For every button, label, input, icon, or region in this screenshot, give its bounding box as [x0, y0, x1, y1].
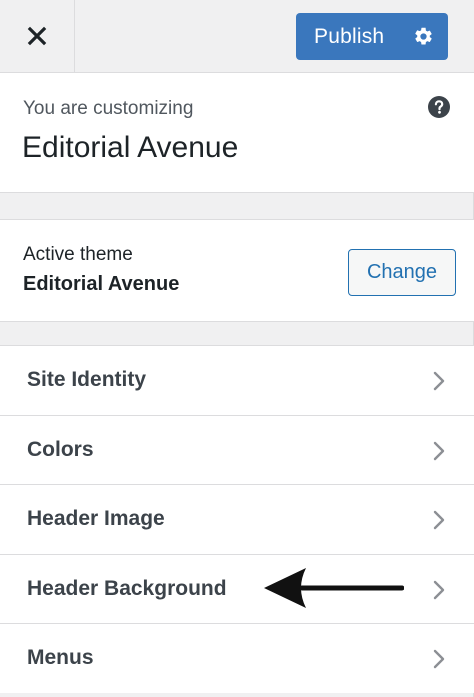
publish-button[interactable]: Publish	[296, 13, 448, 60]
customizer-panel: Publish You are customizing Editorial Av…	[0, 0, 474, 697]
site-name: Editorial Avenue	[22, 131, 239, 164]
close-icon	[27, 26, 47, 46]
section-menus[interactable]: Menus	[0, 623, 474, 693]
section-header-image[interactable]: Header Image	[0, 484, 474, 554]
section-label: Header Image	[27, 507, 165, 530]
section-site-identity[interactable]: Site Identity	[0, 345, 474, 415]
customizing-label: You are customizing	[23, 98, 194, 119]
section-colors[interactable]: Colors	[0, 414, 474, 484]
gear-icon[interactable]	[413, 26, 434, 47]
chevron-right-icon	[433, 649, 445, 669]
chevron-right-icon	[433, 441, 445, 460]
change-theme-button[interactable]: Change	[348, 249, 456, 296]
chevron-right-icon	[433, 371, 445, 391]
section-label: Header Background	[27, 576, 227, 600]
customizing-info: You are customizing Editorial Avenue	[0, 73, 474, 193]
active-theme-label: Active theme	[23, 244, 133, 265]
customizer-sections: Site Identity Colors Header Image Header…	[0, 345, 474, 693]
section-label: Colors	[27, 437, 94, 461]
question-circle-icon[interactable]	[428, 96, 450, 118]
section-label: Site Identity	[27, 368, 147, 391]
active-theme-section: Active theme Editorial Avenue Change	[0, 219, 474, 322]
active-theme-name: Editorial Avenue	[23, 273, 180, 295]
chevron-right-icon	[433, 580, 445, 599]
section-label: Menus	[27, 646, 94, 669]
customizer-header: Publish	[0, 0, 474, 73]
chevron-right-icon	[433, 510, 445, 530]
annotation-arrow-icon	[264, 568, 404, 608]
publish-label: Publish	[314, 25, 385, 48]
close-button[interactable]	[0, 0, 75, 72]
